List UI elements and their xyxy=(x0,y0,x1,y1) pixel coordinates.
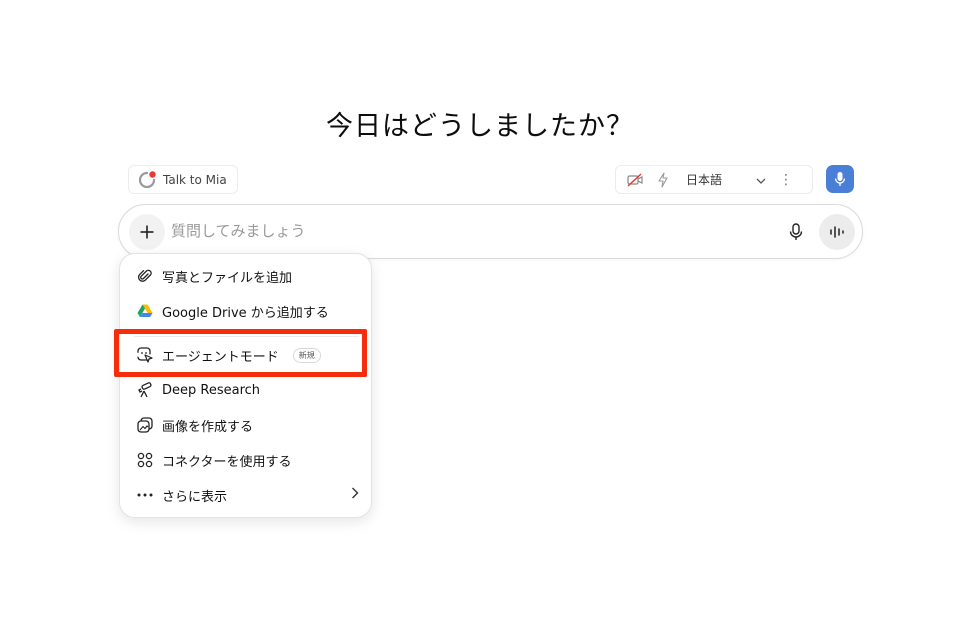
message-composer xyxy=(118,204,863,259)
video-off-icon[interactable] xyxy=(624,169,646,191)
more-dots-icon xyxy=(136,486,154,504)
attachment-menu: 写真とファイルを追加 Google Drive から追加する エージェントモード… xyxy=(119,253,372,518)
menu-item-add-photos-files[interactable]: 写真とファイルを追加 xyxy=(120,261,373,291)
page-heading: 今日はどうしましたか？ xyxy=(326,111,634,142)
agent-cursor-icon xyxy=(136,346,154,364)
microphone-icon xyxy=(789,223,803,240)
more-options-icon[interactable]: ⋮ xyxy=(774,172,798,188)
tools-bar: 日本語 ⋮ xyxy=(615,165,813,194)
menu-item-label: コネクターを使用する xyxy=(162,454,292,470)
paperclip-icon xyxy=(136,267,154,285)
google-drive-icon xyxy=(136,302,154,320)
menu-item-create-image[interactable]: 画像を作成する xyxy=(120,410,373,440)
menu-item-label: エージェントモード xyxy=(162,349,279,365)
menu-item-deep-research[interactable]: Deep Research xyxy=(120,375,373,405)
language-select[interactable]: 日本語 xyxy=(686,171,756,188)
chevron-down-icon[interactable] xyxy=(756,173,774,187)
telescope-icon xyxy=(136,381,154,399)
talk-to-mia-button[interactable]: Talk to Mia xyxy=(128,165,238,194)
mia-avatar-icon xyxy=(137,170,156,189)
voice-mode-button[interactable] xyxy=(819,214,855,250)
microphone-icon xyxy=(834,172,846,186)
menu-item-label: Deep Research xyxy=(162,382,261,398)
menu-divider xyxy=(134,336,359,337)
voice-input-button[interactable] xyxy=(826,165,854,193)
plus-icon xyxy=(140,225,154,239)
menu-item-label: 写真とファイルを追加 xyxy=(162,270,293,286)
menu-item-use-connectors[interactable]: コネクターを使用する xyxy=(120,445,373,475)
menu-item-label: Google Drive から追加する xyxy=(162,305,329,321)
connectors-icon xyxy=(136,451,154,469)
lightning-icon[interactable] xyxy=(652,169,674,191)
add-attachment-button[interactable] xyxy=(129,214,165,250)
menu-item-label: さらに表示 xyxy=(162,489,228,505)
waveform-icon xyxy=(830,226,844,238)
menu-item-label: 画像を作成する xyxy=(162,419,254,435)
menu-item-show-more[interactable]: さらに表示 xyxy=(120,480,373,510)
prompt-input[interactable] xyxy=(171,216,751,246)
dictation-button[interactable] xyxy=(783,219,809,245)
talk-to-mia-label: Talk to Mia xyxy=(163,172,227,187)
menu-item-agent-mode[interactable]: エージェントモード 新規 xyxy=(120,340,373,370)
image-create-icon xyxy=(136,416,154,434)
new-badge: 新規 xyxy=(292,347,321,363)
menu-item-google-drive[interactable]: Google Drive から追加する xyxy=(120,296,373,326)
chevron-right-icon xyxy=(351,487,359,503)
